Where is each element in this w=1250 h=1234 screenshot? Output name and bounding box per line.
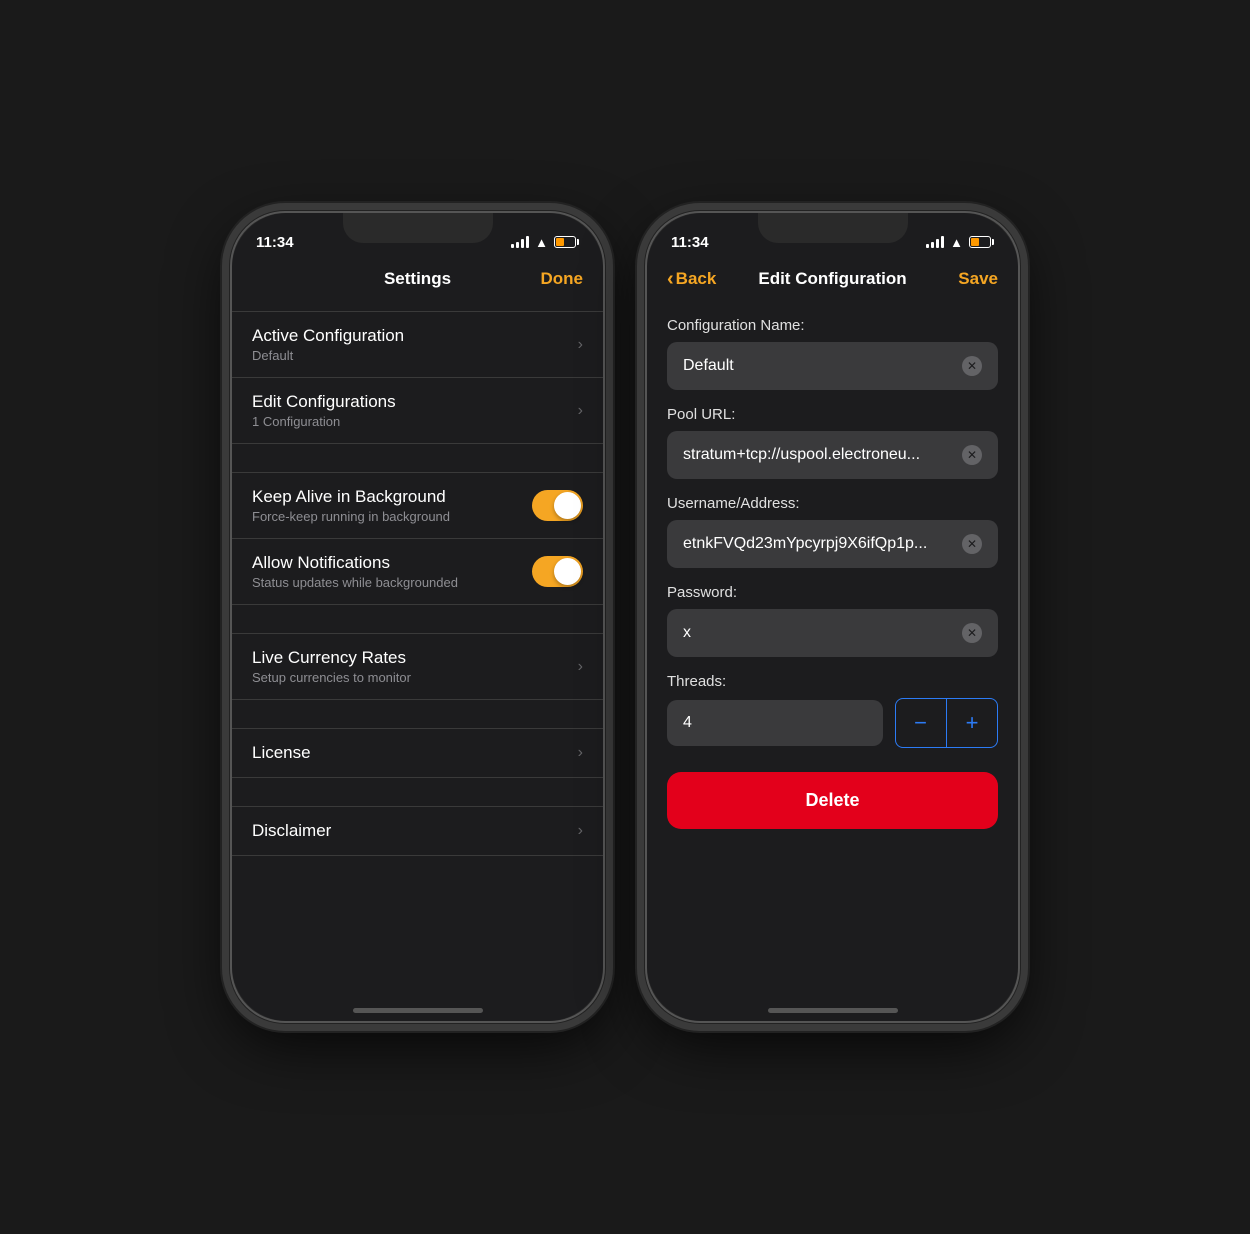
settings-section-1: Active Configuration Default › Edit Conf…	[232, 311, 603, 444]
nav-bar-edit: ‹ Back Edit Configuration Save	[647, 257, 1018, 301]
username-input[interactable]: etnkFVQd23mYpcyrpj9X6ifQp1p... ✕	[667, 520, 998, 568]
home-indicator-left	[353, 1008, 483, 1013]
back-button[interactable]: ‹ Back	[667, 269, 717, 289]
phone-frame-left: 11:34 ▲	[230, 211, 605, 1023]
active-config-subtitle: Default	[252, 348, 578, 363]
nav-bar-settings: Settings Done	[232, 257, 603, 301]
signal-icon-right	[926, 236, 944, 248]
wifi-icon: ▲	[535, 235, 548, 250]
license-title: License	[252, 743, 578, 763]
password-clear[interactable]: ✕	[962, 623, 982, 643]
config-name-input[interactable]: Default ✕	[667, 342, 998, 390]
pool-url-input[interactable]: stratum+tcp://uspool.electroneu... ✕	[667, 431, 998, 479]
phone-screen-right: 11:34 ▲	[647, 213, 1018, 1021]
keep-alive-toggle[interactable]	[532, 490, 583, 521]
toggle-knob-2	[554, 558, 581, 585]
disclaimer-item[interactable]: Disclaimer ›	[232, 806, 603, 856]
edit-configs-title: Edit Configurations	[252, 392, 578, 412]
config-name-label: Configuration Name:	[667, 317, 998, 334]
notch-left	[343, 213, 493, 243]
battery-icon	[554, 236, 579, 248]
disclaimer-title: Disclaimer	[252, 821, 578, 841]
battery-icon-right	[969, 236, 994, 248]
phone-settings: 11:34 ▲	[230, 211, 605, 1023]
chevron-right-icon: ›	[578, 402, 583, 420]
threads-input[interactable]: 4	[667, 700, 883, 746]
active-config-left: Active Configuration Default	[252, 326, 578, 363]
back-label: Back	[676, 269, 717, 289]
settings-section-5: Disclaimer ›	[232, 806, 603, 856]
edit-config-content: Configuration Name: Default ✕ Pool URL: …	[647, 301, 1018, 1021]
status-icons-right: ▲	[926, 235, 994, 250]
username-value: etnkFVQd23mYpcyrpj9X6ifQp1p...	[683, 535, 962, 553]
password-label: Password:	[667, 584, 998, 601]
currency-subtitle: Setup currencies to monitor	[252, 670, 578, 685]
threads-increment-button[interactable]: +	[947, 699, 997, 747]
settings-section-4: License ›	[232, 728, 603, 778]
keep-alive-item[interactable]: Keep Alive in Background Force-keep runn…	[232, 472, 603, 539]
signal-icon	[511, 236, 529, 248]
threads-decrement-button[interactable]: −	[896, 699, 946, 747]
keep-alive-subtitle: Force-keep running in background	[252, 509, 532, 524]
status-icons-left: ▲	[511, 235, 579, 250]
currency-left: Live Currency Rates Setup currencies to …	[252, 648, 578, 685]
edit-configurations-item[interactable]: Edit Configurations 1 Configuration ›	[232, 378, 603, 444]
back-chevron-icon: ‹	[667, 269, 674, 289]
pool-url-label: Pool URL:	[667, 406, 998, 423]
time-left: 11:34	[256, 234, 294, 251]
license-left: License	[252, 743, 578, 763]
save-button[interactable]: Save	[948, 269, 998, 289]
settings-list: Active Configuration Default › Edit Conf…	[232, 301, 603, 1021]
settings-section-2: Keep Alive in Background Force-keep runn…	[232, 472, 603, 605]
settings-title: Settings	[302, 269, 533, 289]
active-config-title: Active Configuration	[252, 326, 578, 346]
phone-edit-config: 11:34 ▲	[645, 211, 1020, 1023]
edit-config-title: Edit Configuration	[717, 269, 948, 289]
wifi-icon-right: ▲	[950, 235, 963, 250]
phone-screen-left: 11:34 ▲	[232, 213, 603, 1021]
home-indicator-right	[768, 1008, 898, 1013]
username-clear[interactable]: ✕	[962, 534, 982, 554]
disclaimer-left: Disclaimer	[252, 821, 578, 841]
password-input[interactable]: x ✕	[667, 609, 998, 657]
notifications-left: Allow Notifications Status updates while…	[252, 553, 532, 590]
currency-rates-item[interactable]: Live Currency Rates Setup currencies to …	[232, 633, 603, 700]
pool-url-value: stratum+tcp://uspool.electroneu...	[683, 446, 962, 464]
notifications-title: Allow Notifications	[252, 553, 532, 573]
chevron-right-icon: ›	[578, 658, 583, 676]
edit-configs-left: Edit Configurations 1 Configuration	[252, 392, 578, 429]
threads-row: 4 − +	[667, 698, 998, 748]
currency-title: Live Currency Rates	[252, 648, 578, 668]
settings-section-3: Live Currency Rates Setup currencies to …	[232, 633, 603, 700]
threads-value: 4	[683, 714, 692, 731]
threads-label: Threads:	[667, 673, 998, 690]
notch-right	[758, 213, 908, 243]
edit-configs-subtitle: 1 Configuration	[252, 414, 578, 429]
config-name-value: Default	[683, 357, 962, 375]
toggle-knob	[554, 492, 581, 519]
username-label: Username/Address:	[667, 495, 998, 512]
time-right: 11:34	[671, 234, 709, 251]
notifications-toggle[interactable]	[532, 556, 583, 587]
done-button[interactable]: Done	[533, 269, 583, 289]
config-name-clear[interactable]: ✕	[962, 356, 982, 376]
keep-alive-title: Keep Alive in Background	[252, 487, 532, 507]
chevron-right-icon: ›	[578, 744, 583, 762]
delete-button[interactable]: Delete	[667, 772, 998, 829]
notifications-subtitle: Status updates while backgrounded	[252, 575, 532, 590]
chevron-right-icon: ›	[578, 822, 583, 840]
keep-alive-left: Keep Alive in Background Force-keep runn…	[252, 487, 532, 524]
password-value: x	[683, 624, 962, 642]
chevron-right-icon: ›	[578, 336, 583, 354]
threads-stepper: − +	[895, 698, 999, 748]
pool-url-clear[interactable]: ✕	[962, 445, 982, 465]
license-item[interactable]: License ›	[232, 728, 603, 778]
active-configuration-item[interactable]: Active Configuration Default ›	[232, 311, 603, 378]
allow-notifications-item[interactable]: Allow Notifications Status updates while…	[232, 539, 603, 605]
phone-frame-right: 11:34 ▲	[645, 211, 1020, 1023]
